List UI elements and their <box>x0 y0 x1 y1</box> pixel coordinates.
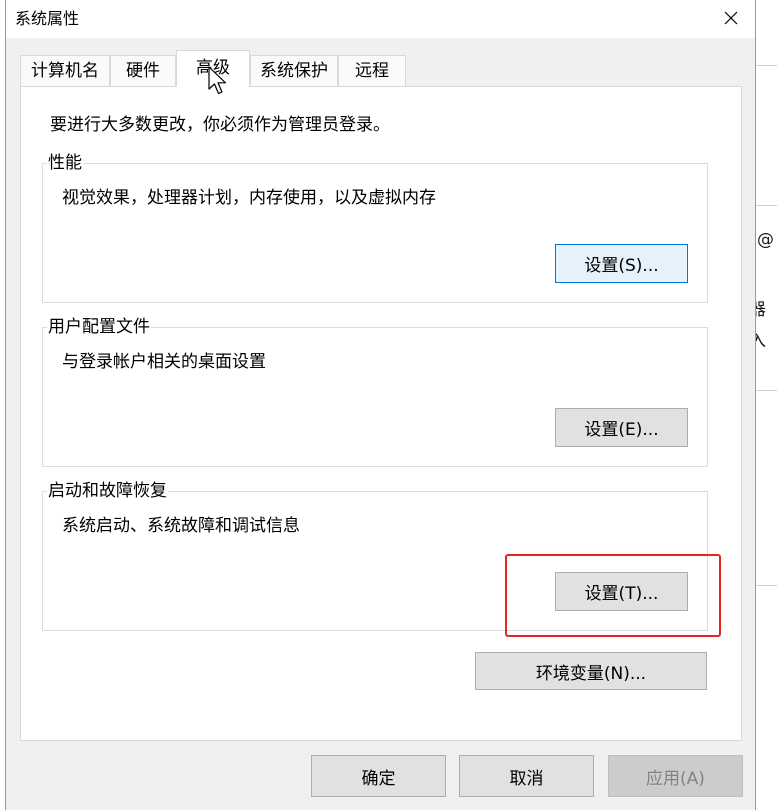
performance-settings-button[interactable]: 设置(S)... <box>555 244 688 283</box>
group-title: 用户配置文件 <box>47 317 151 337</box>
ok-button[interactable]: 确定 <box>311 755 446 797</box>
tab-remote[interactable]: 远程 <box>338 55 406 86</box>
dialog-right-border <box>755 0 756 810</box>
dialog-left-border <box>5 0 6 810</box>
group-description: 系统启动、系统故障和调试信息 <box>62 516 300 536</box>
red-highlight-box <box>505 554 721 637</box>
group-description: 与登录帐户相关的桌面设置 <box>62 352 266 372</box>
background-text-fragment: @ <box>757 230 774 250</box>
environment-variables-button[interactable]: 环境变量(N)... <box>475 652 707 690</box>
user-profiles-group: 用户配置文件 与登录帐户相关的桌面设置 设置(E)... <box>42 317 708 467</box>
cancel-button[interactable]: 取消 <box>459 755 594 797</box>
performance-group: 性能 视觉效果，处理器计划，内存使用，以及虚拟内存 设置(S)... <box>42 153 708 303</box>
window-title: 系统属性 <box>15 9 80 28</box>
group-description: 视觉效果，处理器计划，内存使用，以及虚拟内存 <box>62 188 436 208</box>
title-bar[interactable]: 系统属性 <box>6 0 755 38</box>
tab-hardware[interactable]: 硬件 <box>110 55 176 86</box>
group-title: 启动和故障恢复 <box>47 481 168 501</box>
user-profiles-settings-button[interactable]: 设置(E)... <box>555 408 688 447</box>
system-properties-dialog: 系统属性 计算机名 硬件 高级 系统保护 远程 要进行大多数更改，你必须作为管理… <box>6 0 755 810</box>
group-title: 性能 <box>47 153 83 173</box>
tab-system-protection[interactable]: 系统保护 <box>250 55 338 86</box>
close-icon[interactable] <box>724 11 738 25</box>
tab-computer-name[interactable]: 计算机名 <box>20 55 110 86</box>
apply-button[interactable]: 应用(A) <box>608 755 743 797</box>
mouse-cursor-icon <box>208 66 227 95</box>
admin-note: 要进行大多数更改，你必须作为管理员登录。 <box>50 115 390 135</box>
